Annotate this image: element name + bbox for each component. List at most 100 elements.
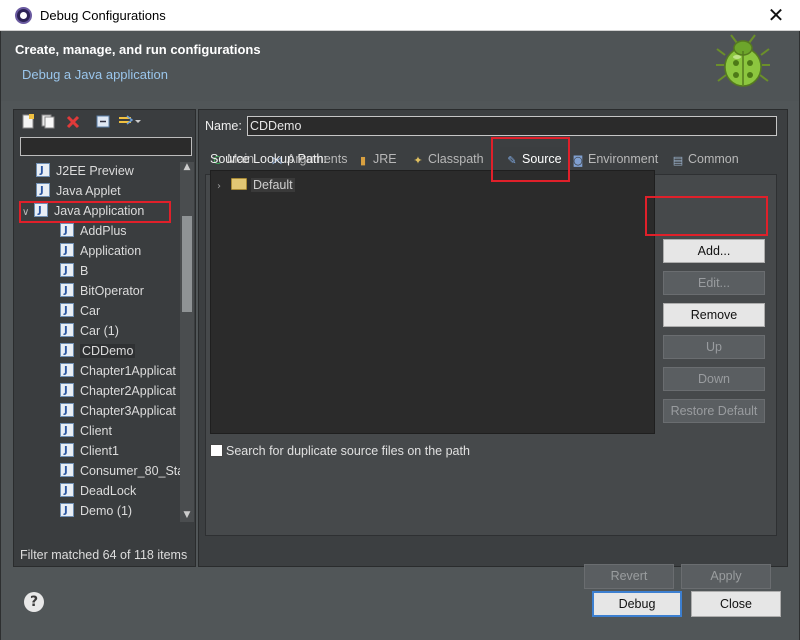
environment-tab-icon: ◙	[572, 154, 584, 167]
tree-item-label: Application	[80, 244, 142, 258]
collapse-all-icon[interactable]	[96, 114, 110, 129]
tree-item[interactable]: BitOperator	[60, 281, 144, 301]
scroll-up-arrow-icon[interactable]: ▲	[182, 162, 192, 172]
java-class-icon	[60, 361, 74, 380]
help-icon[interactable]: ?	[24, 592, 44, 612]
tab-label: Classpath	[428, 152, 484, 166]
tree-item[interactable]: Chapter1Applicat	[60, 361, 176, 381]
tree-item[interactable]: Car	[60, 301, 100, 321]
source-lookup-list[interactable]: › Default	[210, 170, 655, 434]
source-lookup-label: Source Lookup Path:	[210, 152, 327, 166]
tab-label: Common	[688, 152, 739, 166]
tree-item[interactable]: Client	[60, 421, 112, 441]
highlight-add-button	[645, 196, 768, 236]
close-button[interactable]: Close	[691, 591, 781, 617]
up-button[interactable]: Up	[663, 335, 765, 359]
source-entry-default[interactable]: › Default	[217, 176, 295, 194]
tree-item[interactable]: Chapter3Applicat	[60, 401, 176, 421]
edit-button[interactable]: Edit...	[663, 271, 765, 295]
launch-config-pane: J2EE PreviewJava Applet∨Java Application…	[13, 109, 196, 567]
java-applet-icon	[36, 181, 50, 200]
close-window-button[interactable]: ✕	[760, 2, 792, 28]
tree-scrollbar[interactable]: ▲ ▼	[180, 162, 194, 522]
tab-jre[interactable]: ▮ JRE	[357, 147, 397, 171]
filter-status: Filter matched 64 of 118 items	[20, 548, 188, 562]
java-class-icon	[60, 241, 74, 260]
folder-icon	[231, 178, 247, 190]
tree-item-label: Client1	[80, 444, 119, 458]
header-banner: Create, manage, and run configurations D…	[1, 31, 799, 101]
tree-item[interactable]: AddPlus	[60, 221, 127, 241]
tree-item-label: BitOperator	[80, 284, 144, 298]
duplicate-search-checkbox[interactable]: Search for duplicate source files on the…	[210, 444, 470, 458]
tree-item-label: CDDemo	[80, 344, 136, 358]
down-button[interactable]: Down	[663, 367, 765, 391]
tab-common[interactable]: ▤ Common	[672, 147, 739, 171]
tree-item-label: Chapter2Applicat	[80, 384, 176, 398]
java-class-icon	[60, 321, 74, 340]
new-config-icon[interactable]	[21, 114, 35, 129]
tree-item[interactable]: CDDemo	[60, 341, 136, 361]
tree-item[interactable]: Application	[60, 241, 142, 261]
tab-label: JRE	[373, 152, 397, 166]
java-class-icon	[60, 281, 74, 300]
tree-item-label: Demo (1)	[80, 504, 133, 518]
java-class-icon	[60, 461, 74, 480]
highlight-java-application	[19, 201, 171, 223]
tree-item[interactable]: Chapter2Applicat	[60, 381, 176, 401]
tree-item-label: Car (1)	[80, 324, 119, 338]
expand-chevron-icon[interactable]: ›	[217, 178, 231, 196]
tab-classpath[interactable]: ✦ Classpath	[412, 147, 484, 171]
tab-environment[interactable]: ◙ Environment	[572, 147, 659, 171]
java-class-icon	[60, 441, 74, 460]
filter-input[interactable]	[20, 137, 192, 156]
apply-button[interactable]: Apply	[681, 564, 771, 589]
common-tab-icon: ▤	[672, 154, 684, 167]
java-class-icon	[60, 341, 74, 360]
tree-item-label: DeadLock	[80, 484, 137, 498]
tree-item-label: Chapter3Applicat	[80, 404, 176, 418]
debug-bug-icon	[716, 34, 770, 87]
tree-item-label: B	[80, 264, 89, 278]
java-class-icon	[60, 421, 74, 440]
duplicate-config-icon[interactable]	[41, 114, 55, 129]
classpath-tab-icon: ✦	[413, 154, 423, 167]
tree-item[interactable]: B	[60, 261, 89, 281]
revert-button[interactable]: Revert	[584, 564, 674, 589]
eclipse-icon	[15, 7, 32, 24]
remove-button[interactable]: Remove	[663, 303, 765, 327]
tab-label: Environment	[588, 152, 659, 166]
add-button[interactable]: Add...	[663, 239, 765, 263]
config-name-field[interactable]: CDDemo	[247, 116, 777, 136]
restore-default-button[interactable]: Restore Default	[663, 399, 765, 423]
banner-subtitle: Debug a Java application	[22, 67, 168, 82]
banner-title: Create, manage, and run configurations	[15, 42, 261, 57]
scroll-down-arrow-icon[interactable]: ▼	[182, 510, 192, 520]
tree-item-label: AddPlus	[80, 224, 127, 238]
duplicate-search-label: Search for duplicate source files on the…	[226, 444, 470, 458]
tree-item-label: Consumer_80_Sta	[80, 464, 180, 478]
tree-item[interactable]: Java Applet	[36, 181, 121, 201]
delete-config-icon[interactable]	[66, 114, 80, 129]
java-class-icon	[60, 381, 74, 400]
highlight-source-tab	[491, 137, 570, 182]
tree-item[interactable]: J2EE Preview	[36, 162, 134, 181]
tree-item-label: Java Applet	[56, 184, 121, 198]
tree-item-label: Chapter1Applicat	[80, 364, 176, 378]
tree-item[interactable]: DeadLock	[60, 481, 137, 501]
checkbox-box[interactable]	[210, 444, 223, 457]
tree-item[interactable]: Demo (1)	[60, 501, 133, 521]
filter-menu-icon[interactable]	[118, 114, 142, 129]
java-class-icon	[60, 221, 74, 240]
debug-button[interactable]: Debug	[592, 591, 682, 617]
tree-item[interactable]: Consumer_80_Sta	[60, 461, 180, 481]
java-class-icon	[60, 501, 74, 520]
java-class-icon	[60, 301, 74, 320]
window-title: Debug Configurations	[40, 8, 166, 23]
tree-item[interactable]: Client1	[60, 441, 119, 461]
jre-tab-icon: ▮	[359, 154, 367, 167]
scroll-thumb[interactable]	[182, 216, 192, 312]
tree-item-label: J2EE Preview	[56, 164, 134, 178]
tree-item[interactable]: Car (1)	[60, 321, 119, 341]
source-entry-label: Default	[251, 178, 295, 192]
